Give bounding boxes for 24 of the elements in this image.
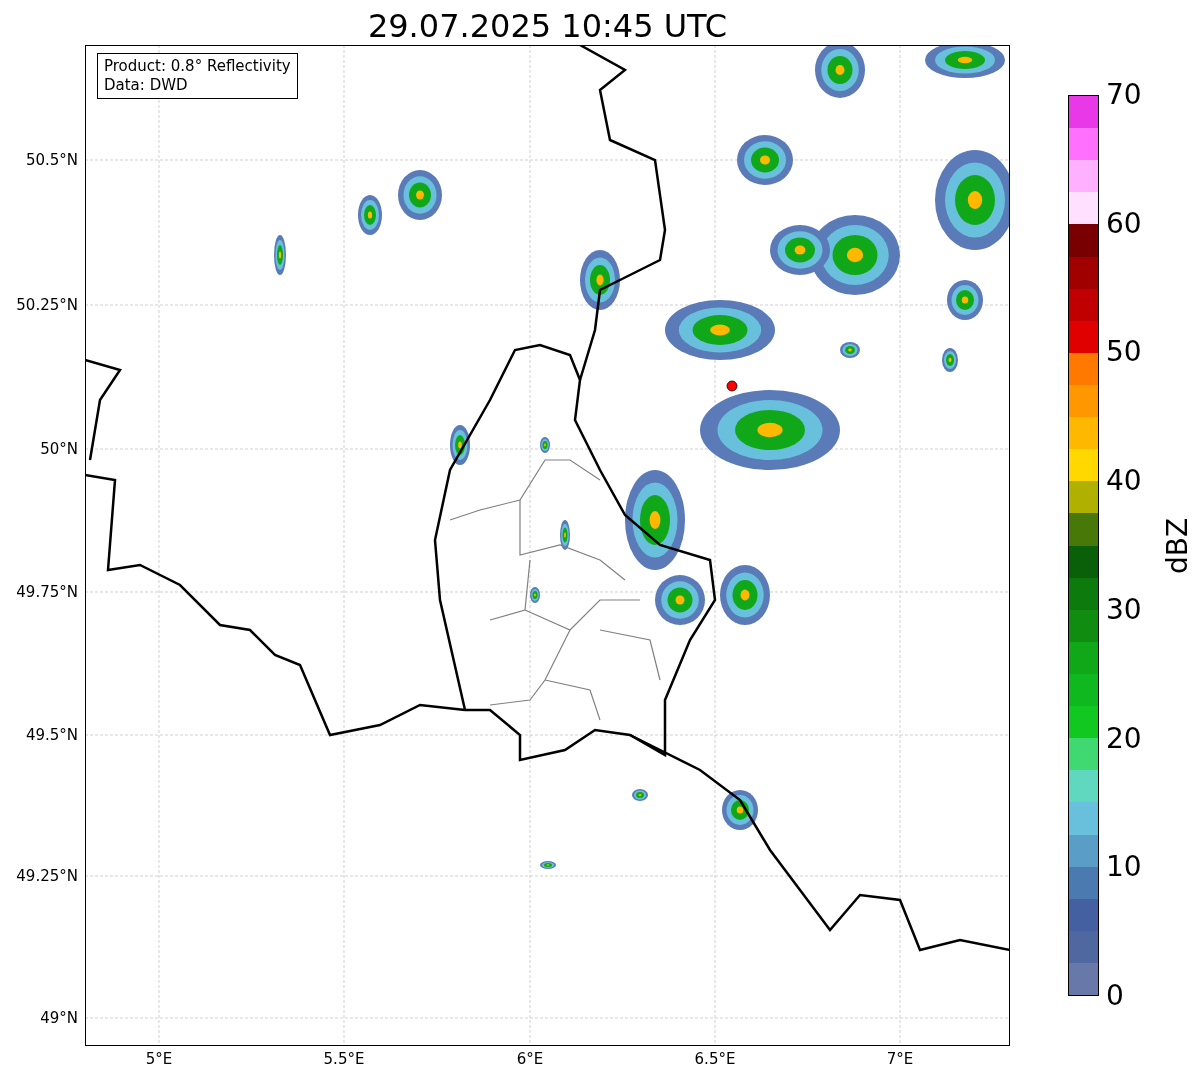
latitude-label: 49°N	[40, 1009, 78, 1027]
legend-text: Data: DWD	[104, 76, 189, 95]
colorbar-tick-label: 50	[1106, 336, 1142, 369]
longitude-label: 5.5°E	[323, 1050, 365, 1068]
colorbar-tick-label: 60	[1106, 207, 1142, 240]
colorbar-tick-label: 40	[1106, 465, 1142, 498]
latitude-label: 50.5°N	[25, 151, 78, 169]
colorbar-tick-label: 20	[1106, 722, 1142, 755]
colorbar-tick-label: 10	[1106, 851, 1142, 884]
chart-title: 29.07.2025 10:45 UTC	[366, 6, 729, 47]
colorbar-tick-label: 30	[1106, 593, 1142, 626]
colorbar-tick-label: 0	[1106, 980, 1124, 1012]
latitude-label: 50°N	[40, 440, 78, 458]
latitude-label: 49.25°N	[16, 867, 78, 885]
longitude-label: 5°E	[145, 1050, 173, 1068]
longitude-label: 6°E	[516, 1050, 544, 1068]
latitude-label: 49.5°N	[25, 726, 78, 744]
latitude-label: 49.75°N	[16, 583, 78, 601]
longitude-label: 6.5°E	[694, 1050, 736, 1068]
colorbar-label: dBZ	[1162, 517, 1195, 575]
latitude-label: 50.25°N	[16, 296, 78, 314]
colorbar-tick-label: 70	[1106, 79, 1142, 111]
longitude-label: 7°E	[886, 1050, 914, 1068]
legend-text: Product: 0.8° Reflectivity	[104, 57, 291, 76]
